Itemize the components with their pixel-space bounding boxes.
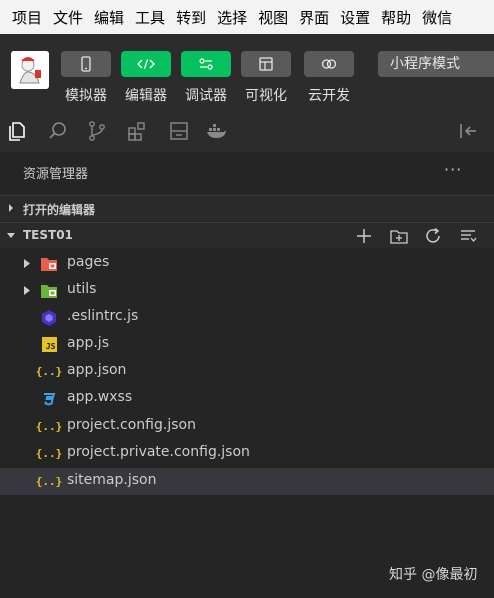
extensions-icon[interactable] — [126, 120, 148, 142]
simulator-button[interactable] — [61, 51, 111, 77]
cloud-button[interactable] — [304, 51, 354, 77]
json-file-icon: {..} — [36, 445, 63, 462]
json-badge: {..} — [35, 365, 63, 378]
avatar[interactable] — [11, 51, 49, 89]
collapse-all-icon[interactable] — [459, 227, 477, 245]
tree-item-pages[interactable]: pages — [0, 250, 494, 277]
tree-item-app-wxss[interactable]: app.wxss — [0, 385, 494, 412]
activity-bar — [0, 112, 494, 152]
explorer-header: 资源管理器 ··· — [0, 152, 494, 192]
tree-item-label: app.wxss — [67, 389, 133, 405]
menu-file[interactable]: 文件 — [53, 7, 83, 28]
visual-button[interactable] — [241, 51, 291, 77]
simulator-tool: 模拟器 — [61, 51, 111, 104]
tree-item-label: app.js — [67, 335, 109, 351]
toolbar: 模拟器 编辑器 调试器 可视化 云开发 小程序模式 — [0, 34, 494, 112]
tree-item-label: project.config.json — [67, 417, 196, 433]
json-file-icon: {..} — [36, 363, 63, 380]
editor-label: 编辑器 — [125, 88, 167, 104]
menu-selection[interactable]: 选择 — [217, 7, 247, 28]
json-badge: {..} — [35, 447, 63, 460]
menu-project[interactable]: 项目 — [12, 7, 42, 28]
tree-item-label: utils — [67, 281, 97, 297]
tree-item-utils[interactable]: utils — [0, 277, 494, 304]
js-file-icon: JS — [40, 336, 58, 353]
json-file-icon: {..} — [36, 473, 63, 490]
project-title: TEST01 — [23, 228, 73, 242]
chevron-right-icon — [9, 204, 13, 212]
debugger-tool: 调试器 — [181, 51, 231, 104]
menu-tools[interactable]: 工具 — [135, 7, 165, 28]
visual-label: 可视化 — [245, 88, 287, 104]
folder-pages-icon — [40, 255, 58, 272]
source-control-icon[interactable] — [86, 120, 108, 142]
new-file-icon[interactable] — [355, 227, 373, 245]
simulator-label: 模拟器 — [65, 88, 107, 104]
menu-help[interactable]: 帮助 — [381, 7, 411, 28]
open-editors-title: 打开的编辑器 — [23, 203, 96, 217]
editor-button[interactable] — [121, 51, 171, 77]
menu-wechat[interactable]: 微信 — [422, 7, 452, 28]
project-section[interactable]: TEST01 — [0, 222, 494, 248]
tree-item-label: project.private.config.json — [67, 444, 250, 460]
debugger-label: 调试器 — [185, 88, 227, 104]
chevron-right-icon — [24, 286, 30, 295]
editor-tool: 编辑器 — [121, 51, 171, 104]
refresh-icon[interactable] — [424, 227, 442, 245]
more-actions-icon[interactable]: ··· — [444, 160, 462, 179]
storage-icon[interactable] — [168, 120, 190, 142]
tree-item-eslintrc[interactable]: .eslintrc.js — [0, 304, 494, 331]
explorer-files-icon[interactable] — [6, 120, 28, 142]
phone-icon — [81, 56, 91, 72]
tree-item-label: .eslintrc.js — [67, 308, 139, 324]
menu-interface[interactable]: 界面 — [299, 7, 329, 28]
watermark: 知乎 @像最初 — [389, 567, 478, 583]
new-folder-icon[interactable] — [390, 227, 408, 245]
json-badge: {..} — [35, 420, 63, 433]
tree-item-app-json[interactable]: {..} app.json — [0, 358, 494, 385]
tree-item-project-private-config[interactable]: {..} project.private.config.json — [0, 440, 494, 467]
tree-item-label: sitemap.json — [67, 472, 157, 488]
open-editors-section[interactable]: 打开的编辑器 — [0, 195, 494, 221]
code-icon — [137, 59, 155, 69]
visual-tool: 可视化 — [241, 51, 291, 104]
menu-bar: 项目 文件 编辑 工具 转到 选择 视图 界面 设置 帮助 微信 — [0, 0, 494, 34]
mode-select[interactable]: 小程序模式 — [378, 51, 494, 77]
cloud-label: 云开发 — [308, 88, 350, 104]
chevron-down-icon — [7, 233, 15, 238]
avatar-image — [11, 51, 49, 89]
tree-item-project-config[interactable]: {..} project.config.json — [0, 413, 494, 440]
cloud-icon — [321, 59, 337, 69]
json-file-icon: {..} — [36, 418, 63, 435]
tree-item-label: pages — [67, 254, 110, 270]
tree-item-sitemap[interactable]: {..} sitemap.json — [0, 468, 494, 495]
cloud-tool: 云开发 — [304, 51, 354, 104]
json-badge: {..} — [35, 475, 63, 488]
menu-view[interactable]: 视图 — [258, 7, 288, 28]
css-file-icon — [40, 390, 58, 407]
menu-edit[interactable]: 编辑 — [94, 7, 124, 28]
menu-settings[interactable]: 设置 — [340, 7, 370, 28]
tree-item-label: app.json — [67, 362, 127, 378]
docker-icon[interactable] — [205, 120, 227, 142]
chevron-right-icon — [24, 259, 30, 268]
folder-utils-icon — [40, 282, 58, 299]
explorer-title: 资源管理器 — [23, 167, 89, 182]
debugger-button[interactable] — [181, 51, 231, 77]
debug-toggle-icon — [199, 58, 213, 70]
js-badge: JS — [41, 337, 57, 352]
layout-icon — [259, 57, 273, 71]
tree-item-app-js[interactable]: JS app.js — [0, 331, 494, 358]
collapse-panel-icon[interactable] — [458, 120, 480, 142]
eslint-icon — [40, 309, 58, 326]
search-icon[interactable] — [47, 120, 69, 142]
menu-goto[interactable]: 转到 — [176, 7, 206, 28]
